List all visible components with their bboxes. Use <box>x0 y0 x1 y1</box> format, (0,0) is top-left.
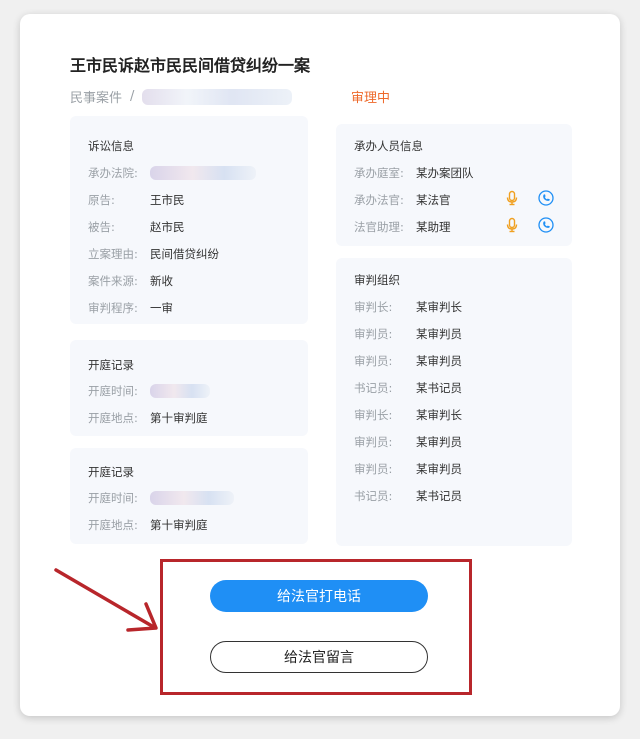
staff-label: 承办法官: <box>354 193 404 207</box>
plaintiff-row: 原告: 王市民 <box>88 192 185 208</box>
staff-value: 某法官 <box>416 193 451 207</box>
hearing-place-label: 开庭地点: <box>88 411 138 425</box>
trial-member: 某审判员 <box>416 435 462 449</box>
case-number-redacted <box>142 88 293 105</box>
defendant-label: 被告: <box>88 220 115 234</box>
reason-row: 立案理由: 民间借贷纠纷 <box>88 246 219 262</box>
hearing-place-row: 开庭地点: 第十审判庭 <box>88 517 208 533</box>
phone-icon[interactable] <box>538 217 554 233</box>
trial-panel: 审判组织 审判长: 某审判长 审判员: 某审判员 审判员: 某审判员 书记员: 某书记员… <box>336 258 572 546</box>
hearing-time-redacted <box>150 491 234 505</box>
plaintiff-label: 原告: <box>88 193 115 207</box>
staff-row: 承办庭室: 某办案团队 <box>354 165 474 181</box>
hearing-place-label: 开庭地点: <box>88 518 138 532</box>
staff-value: 某助理 <box>416 220 451 234</box>
hearing-time-label: 开庭时间: <box>88 491 138 505</box>
case-title: 王市民诉赵市民民间借贷纠纷一案 <box>70 56 311 75</box>
trial-role: 审判员: <box>354 462 393 476</box>
trial-row: 审判员: 某审判员 <box>354 326 462 342</box>
trial-role: 审判员: <box>354 327 393 341</box>
trial-panel-title: 审判组织 <box>354 273 400 287</box>
staff-title: 承办人员信息 <box>354 139 423 153</box>
hearing-place-row: 开庭地点: 第十审判庭 <box>88 410 208 426</box>
trial-member: 某审判员 <box>416 327 462 341</box>
assistant-contact-icons <box>504 217 554 233</box>
case-status: 审理中 <box>351 91 391 106</box>
court-row: 承办法院: <box>88 165 256 181</box>
microphone-icon[interactable] <box>504 217 520 233</box>
call-judge-button[interactable]: 给法官打电话 <box>210 580 428 612</box>
trial-member: 某审判长 <box>416 408 462 422</box>
trial-row: 书记员: 某书记员 <box>354 380 462 396</box>
litigation-title: 诉讼信息 <box>88 139 134 153</box>
trial-row: 书记员: 某书记员 <box>354 488 462 504</box>
judge-contact-icons <box>504 190 554 206</box>
court-redacted <box>150 166 256 180</box>
hearing-time-row: 开庭时间: <box>88 490 234 506</box>
staff-value: 某办案团队 <box>416 166 474 180</box>
staff-row: 承办法官: 某法官 <box>354 192 451 208</box>
defendant-row: 被告: 赵市民 <box>88 219 185 235</box>
litigation-panel: 诉讼信息 承办法院: 原告: 王市民 被告: 赵市民 立案理由: 民间借贷纠纷 … <box>70 116 308 324</box>
trial-role: 审判员: <box>354 435 393 449</box>
trial-member: 某审判员 <box>416 462 462 476</box>
annotation-arrow-icon <box>54 568 158 632</box>
trial-member: 某书记员 <box>416 489 462 503</box>
staff-panel: 承办人员信息 承办庭室: 某办案团队 承办法官: 某法官 法官助理: 某助理 <box>336 124 572 246</box>
plaintiff-value: 王市民 <box>150 193 185 207</box>
hearing-time-label: 开庭时间: <box>88 384 138 398</box>
trial-member: 某审判员 <box>416 354 462 368</box>
source-value: 新收 <box>150 274 173 288</box>
reason-value: 民间借贷纠纷 <box>150 247 219 261</box>
trial-row: 审判员: 某审判员 <box>354 461 462 477</box>
procedure-label: 审判程序: <box>88 301 138 315</box>
hearing-title: 开庭记录 <box>88 465 134 479</box>
hearing-panel-2: 开庭记录 开庭时间: 开庭地点: 第十审判庭 <box>70 448 308 544</box>
case-type: 民事案件 <box>70 91 123 106</box>
hearing-place-value: 第十审判庭 <box>150 518 208 532</box>
trial-role: 审判员: <box>354 354 393 368</box>
staff-label: 法官助理: <box>354 220 404 234</box>
trial-row: 审判员: 某审判员 <box>354 434 462 450</box>
trial-row: 审判长: 某审判长 <box>354 299 462 315</box>
case-separator: / <box>130 89 135 104</box>
trial-role: 书记员: <box>354 489 393 503</box>
message-judge-button[interactable]: 给法官留言 <box>210 641 428 673</box>
hearing-panel-1: 开庭记录 开庭时间: 开庭地点: 第十审判庭 <box>70 340 308 436</box>
trial-member: 某书记员 <box>416 381 462 395</box>
phone-icon[interactable] <box>538 190 554 206</box>
trial-row: 审判员: 某审判员 <box>354 353 462 369</box>
trial-role: 审判长: <box>354 408 393 422</box>
microphone-icon[interactable] <box>504 190 520 206</box>
defendant-value: 赵市民 <box>150 220 185 234</box>
staff-row: 法官助理: 某助理 <box>354 219 451 235</box>
hearing-time-redacted <box>150 384 210 398</box>
trial-role: 审判长: <box>354 300 393 314</box>
case-meta: 民事案件 / <box>70 87 293 106</box>
staff-label: 承办庭室: <box>354 166 404 180</box>
hearing-place-value: 第十审判庭 <box>150 411 208 425</box>
trial-row: 审判长: 某审判长 <box>354 407 462 423</box>
court-label: 承办法院: <box>88 166 138 180</box>
source-label: 案件来源: <box>88 274 138 288</box>
trial-member: 某审判长 <box>416 300 462 314</box>
procedure-value: 一审 <box>150 301 173 315</box>
source-row: 案件来源: 新收 <box>88 273 173 289</box>
procedure-row: 审判程序: 一审 <box>88 300 173 316</box>
reason-label: 立案理由: <box>88 247 138 261</box>
hearing-title: 开庭记录 <box>88 358 134 372</box>
hearing-time-row: 开庭时间: <box>88 383 210 399</box>
trial-role: 书记员: <box>354 381 393 395</box>
